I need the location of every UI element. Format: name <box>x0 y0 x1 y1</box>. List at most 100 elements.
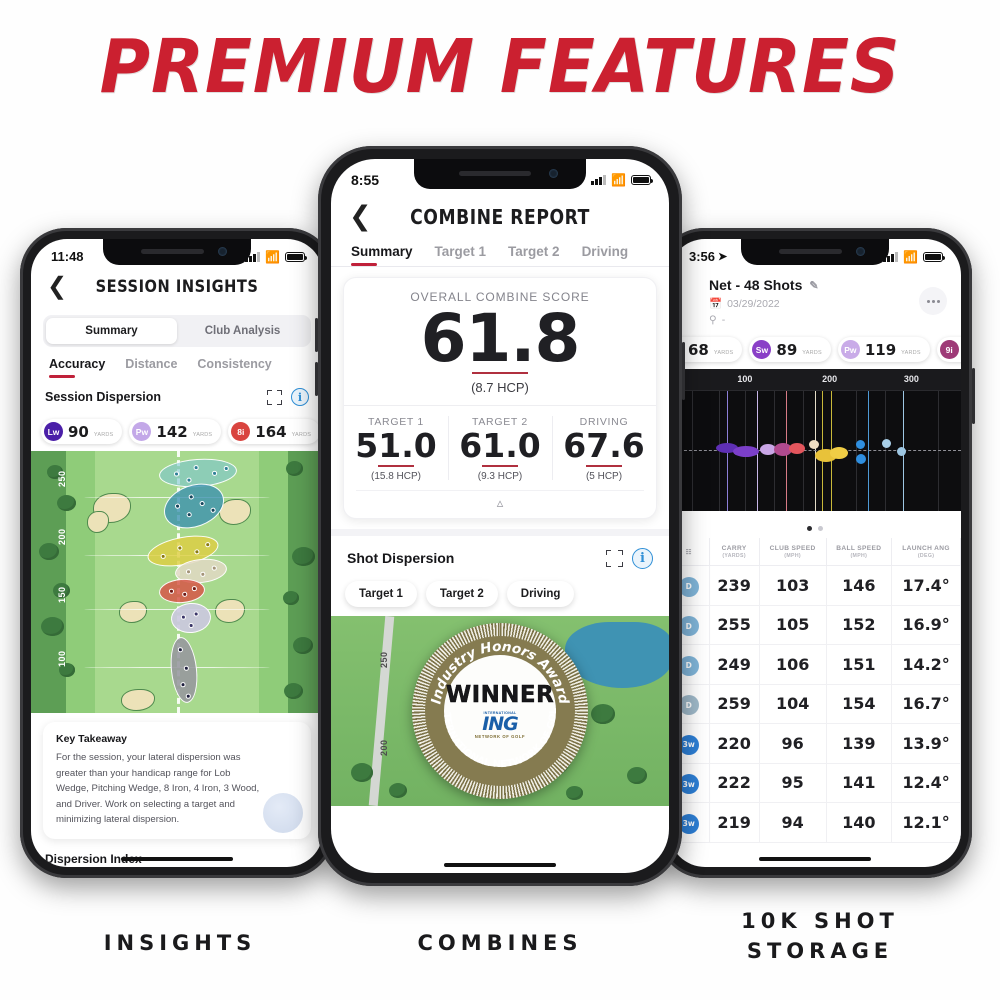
breakdown-driving[interactable]: DRIVING 67.6 (5 HCP) <box>552 406 656 490</box>
notch <box>414 159 586 189</box>
page-title-left: SESSION INSIGHTS <box>95 277 259 297</box>
status-time: 8:55 <box>351 171 380 188</box>
club-chip[interactable]: Pw 119 YARDS <box>837 337 930 362</box>
earpiece-speaker <box>141 249 204 255</box>
shots-table[interactable]: ☷ CARRY (YARDS) CLUB SPEED (MPH) BALL SPEE… <box>669 538 961 843</box>
club-chip-row-left[interactable]: Lw 90 YARDS Pw 142 YARDS 8i 164 YARDS 6i… <box>31 412 323 451</box>
table-row[interactable]: D 249 106 151 14.2° <box>669 644 961 685</box>
club-unit: YARDS <box>901 349 921 356</box>
front-camera <box>549 168 559 178</box>
chevron-left-icon[interactable]: ❮ <box>47 275 73 299</box>
tab-driving[interactable]: Driving <box>582 244 629 266</box>
tab-target-2[interactable]: Target 2 <box>508 244 560 266</box>
session-header: ❮ Net - 48 Shots ✎ 📅 03/29/2022 ⚲ - <box>669 269 961 330</box>
award-badge: · Industry Honors Award · INTERNATIONAL … <box>412 622 588 799</box>
page-title: PREMIUM FEATURES <box>99 24 901 110</box>
pencil-icon[interactable]: ✎ <box>809 279 818 292</box>
table-row[interactable]: D 239 103 146 17.4° <box>669 565 961 606</box>
column-carry[interactable]: CARRY (YARDS) <box>709 538 760 566</box>
volume-down-button[interactable] <box>315 362 318 396</box>
column-ball-speed[interactable]: BALL SPEED (MPH) <box>826 538 893 566</box>
wifi-icon: 📶 <box>903 249 918 264</box>
row-club-speed: 103 <box>759 565 827 606</box>
club-distance: 142 <box>156 422 188 441</box>
section-divider <box>331 528 669 536</box>
expand-icon[interactable] <box>606 549 623 567</box>
club-distance: 89 <box>776 340 798 359</box>
tab-summary[interactable]: Summary <box>351 244 413 266</box>
tab-consistency[interactable]: Consistency <box>197 357 271 378</box>
section-title: Shot Dispersion <box>347 550 455 566</box>
session-name: Net - 48 Shots <box>709 277 803 293</box>
tab-accuracy[interactable]: Accuracy <box>49 357 105 378</box>
page-title-center: COMBINE REPORT <box>410 204 590 229</box>
info-icon[interactable]: i <box>632 547 653 569</box>
row-launch-angle: 14.2° <box>891 644 961 685</box>
session-dispersion-map[interactable]: 250 200 150 100 <box>31 451 323 713</box>
column-launch-angle[interactable]: LAUNCH ANG (DEG) <box>891 538 961 566</box>
club-chip-row-right[interactable]: Lw 68 YARDS Sw 89 YARDS Pw 119 YARDS 9i … <box>669 330 961 369</box>
club-chip[interactable]: Pw 142 YARDS <box>129 419 222 444</box>
pill-target-2[interactable]: Target 2 <box>425 580 498 607</box>
power-button[interactable] <box>682 342 685 400</box>
club-chip[interactable]: Lw 90 YARDS <box>41 419 123 444</box>
breakdown-score: 61.0 <box>459 425 541 465</box>
club-chip[interactable]: Sw 89 YARDS <box>749 337 831 362</box>
club-badge: 8i <box>231 422 251 441</box>
center-axis-line <box>669 449 961 451</box>
segment-summary[interactable]: Summary <box>46 318 177 344</box>
battery-icon <box>923 251 946 262</box>
club-chip[interactable]: 9i 138 YARDS <box>936 337 961 362</box>
row-ball-speed: 152 <box>826 605 893 645</box>
screen-center: 8:55 📶 ❮ COMBINE REPORT Summary Target 1… <box>331 159 669 873</box>
distance-marker: 200 <box>379 738 389 756</box>
table-row[interactable]: 3w 219 94 140 12.1° <box>669 802 961 843</box>
row-launch-angle: 16.7° <box>891 684 961 724</box>
expand-icon[interactable] <box>267 389 282 405</box>
kebab-menu-icon[interactable] <box>919 287 947 315</box>
notch <box>103 239 251 265</box>
column-club-speed[interactable]: CLUB SPEED (MPH) <box>759 538 827 566</box>
table-row[interactable]: D 259 104 154 16.7° <box>669 684 961 724</box>
chevron-left-icon[interactable]: ❮ <box>349 203 375 230</box>
breakdown-target-2[interactable]: TARGET 2 61.0 (9.3 HCP) <box>448 406 552 490</box>
segmented-control[interactable]: Summary Club Analysis <box>43 315 311 347</box>
chart-pagination[interactable] <box>669 511 961 538</box>
segment-club-analysis[interactable]: Club Analysis <box>177 318 308 344</box>
phone-left-insights: 11:48 📶 ❮ SESSION INSIGHTS Summary Club … <box>20 228 334 878</box>
overall-score-card: OVERALL COMBINE SCORE 61.8 (8.7 HCP) TAR… <box>343 277 657 519</box>
overall-score-hcp: (8.7 HCP) <box>471 379 529 395</box>
chevron-up-icon[interactable]: ▵ <box>356 489 644 518</box>
session-location: - <box>721 314 726 326</box>
tab-row-center[interactable]: Summary Target 1 Target 2 Driving <box>331 240 669 266</box>
power-button[interactable] <box>972 368 975 424</box>
lightbulb-icon <box>263 792 303 833</box>
shot-dispersion-map[interactable]: 250 200 · Industry Honors Award · <box>331 615 669 806</box>
takeaway-heading: Key Takeaway <box>56 733 128 745</box>
axis-tick: 200 <box>822 374 838 384</box>
row-club-speed: 105 <box>759 605 827 645</box>
pill-driving[interactable]: Driving <box>506 580 575 607</box>
battery-icon <box>285 251 308 262</box>
row-launch-angle: 13.9° <box>891 723 961 764</box>
row-club-speed: 94 <box>759 802 827 843</box>
caption-line-1: 10K SHOT <box>741 909 899 933</box>
table-row[interactable]: D 255 105 152 16.9° <box>669 605 961 645</box>
row-ball-speed: 141 <box>826 763 893 803</box>
row-club-speed: 95 <box>759 763 827 803</box>
shot-distance-chart[interactable]: 100 200 300 <box>669 369 961 511</box>
tab-target-1[interactable]: Target 1 <box>435 244 487 266</box>
award-arc-text: · Industry Honors Award · INTERNATIONAL … <box>425 636 572 770</box>
tab-row-left[interactable]: Accuracy Distance Consistency <box>31 355 323 378</box>
tab-distance[interactable]: Distance <box>125 357 177 378</box>
info-icon[interactable]: i <box>291 388 309 406</box>
pin-icon: ⚲ <box>709 314 717 326</box>
table-row[interactable]: 3w 220 96 139 13.9° <box>669 723 961 764</box>
breakdown-target-1[interactable]: TARGET 1 51.0 (15.8 HCP) <box>344 406 448 490</box>
table-row[interactable]: 3w 222 95 141 12.4° <box>669 763 961 803</box>
pill-target-1[interactable]: Target 1 <box>345 580 417 607</box>
dispersion-pill-row[interactable]: Target 1 Target 2 Driving <box>331 573 669 616</box>
row-carry: 259 <box>709 684 760 724</box>
club-chip[interactable]: 8i 164 YARDS <box>228 419 321 444</box>
volume-up-button[interactable] <box>315 318 318 352</box>
